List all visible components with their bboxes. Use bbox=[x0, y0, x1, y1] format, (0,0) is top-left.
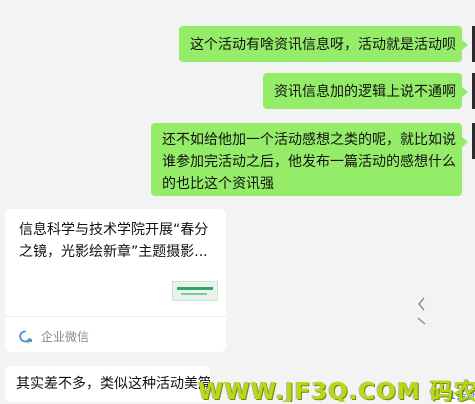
wecom-icon bbox=[19, 330, 33, 343]
message-bubble-other[interactable]: 其实差不多，类似这种活动美篇 bbox=[5, 366, 210, 402]
quote-indicator-icon bbox=[417, 297, 426, 325]
message-bubble-self[interactable]: 资讯信息加的逻辑上说不通啊 bbox=[263, 73, 468, 109]
link-card-source: 企业微信 bbox=[18, 328, 89, 345]
link-card-thumbnail bbox=[172, 281, 218, 301]
watermark: WWW.JF3Q.COM 码农IT bbox=[198, 372, 475, 402]
link-card-source-label: 企业微信 bbox=[41, 330, 90, 344]
link-card-title-line: 之镜，光影绘新章”主题摄影... bbox=[19, 244, 208, 260]
message-bubble-self[interactable]: 还不如给他加一个活动感想之类的呢，就比如说 谁参加完活动之后，他发布一篇活动的感… bbox=[151, 123, 468, 196]
link-card-title-line: 信息科学与技术学院开展“春分 bbox=[19, 222, 209, 238]
message-text-line: 的也比这个资讯强 bbox=[162, 176, 274, 192]
message-text-line: 还不如给他加一个活动感想之类的呢，就比如说 bbox=[162, 132, 456, 148]
link-card-title: 信息科学与技术学院开展“春分 之镜，光影绘新章”主题摄影... bbox=[19, 219, 219, 263]
message-bubble-self[interactable]: 这个活动有啥资讯信息呀，活动就是活动呗 bbox=[179, 26, 468, 62]
message-text-line: 谁参加完活动之后，他发布一篇活动的感想什么 bbox=[162, 154, 456, 170]
message-text: 其实差不多，类似这种活动美篇 bbox=[16, 376, 210, 392]
message-text: 资讯信息加的逻辑上说不通啊 bbox=[274, 84, 456, 100]
message-text: 这个活动有啥资讯信息呀，活动就是活动呗 bbox=[190, 37, 456, 53]
divider bbox=[5, 316, 226, 317]
watermark-text: WWW.JF3Q.COM 码农IT bbox=[198, 379, 475, 402]
